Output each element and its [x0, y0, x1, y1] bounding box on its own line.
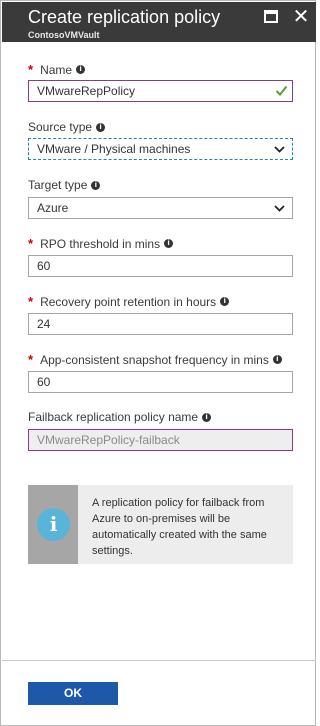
target-type-label-text: Target type — [28, 178, 88, 192]
chevron-down-icon — [274, 146, 285, 153]
name-input-value: VMwareRepPolicy — [37, 84, 136, 98]
ok-button[interactable]: OK — [28, 682, 118, 705]
rpo-threshold-value: 60 — [37, 259, 51, 273]
target-type-value: Azure — [37, 201, 69, 215]
failback-policy-input: VMwareRepPolicy-failback — [28, 429, 293, 451]
snapshot-frequency-value: 60 — [37, 375, 51, 389]
snapshot-frequency-label-text: App-consistent snapshot frequency in min… — [40, 352, 269, 367]
info-icon[interactable]: i — [272, 355, 282, 364]
rpo-threshold-input[interactable]: 60 — [28, 255, 293, 277]
info-icon[interactable]: i — [76, 65, 86, 74]
callout-icon-area: i — [28, 485, 78, 564]
source-type-label: Source type i — [28, 120, 106, 134]
maximize-icon[interactable] — [264, 10, 278, 23]
name-label-text: Name — [40, 62, 73, 77]
check-icon — [275, 85, 288, 96]
name-label: * Name i — [28, 62, 86, 77]
page-title: Create replication policy — [28, 7, 221, 27]
snapshot-frequency-label: * App-consistent snapshot frequency in m… — [28, 352, 282, 367]
close-icon[interactable]: ✕ — [291, 5, 311, 27]
recovery-retention-label: * Recovery point retention in hours i — [28, 294, 230, 309]
info-icon: i — [37, 508, 70, 541]
target-type-label: Target type i — [28, 178, 101, 192]
name-input[interactable]: VMwareRepPolicy — [28, 80, 293, 102]
source-type-label-text: Source type — [28, 120, 93, 134]
failback-policy-label-text: Failback replication policy name — [28, 410, 199, 424]
required-indicator: * — [28, 236, 34, 251]
callout-message: A replication policy for failback from A… — [92, 497, 267, 557]
failback-policy-label: Failback replication policy name i — [28, 410, 212, 424]
rpo-threshold-label: * RPO threshold in mins i — [28, 236, 174, 251]
chevron-down-icon — [274, 205, 285, 212]
blade-panel: Create replication policy ContosoVMVault… — [0, 0, 316, 726]
vault-name: ContosoVMVault — [28, 30, 100, 40]
recovery-retention-input[interactable]: 24 — [28, 313, 293, 335]
snapshot-frequency-input[interactable]: 60 — [28, 371, 293, 393]
info-icon[interactable]: i — [202, 412, 212, 422]
info-icon[interactable]: i — [164, 239, 174, 248]
source-type-value: VMware / Physical machines — [37, 142, 191, 156]
recovery-retention-label-text: Recovery point retention in hours — [40, 294, 217, 309]
target-type-dropdown[interactable]: Azure — [28, 197, 293, 219]
recovery-retention-value: 24 — [37, 317, 51, 331]
required-indicator: * — [28, 352, 34, 367]
info-icon[interactable]: i — [220, 297, 230, 306]
required-indicator: * — [28, 294, 34, 309]
info-icon[interactable]: i — [96, 122, 106, 132]
footer-divider — [2, 660, 316, 661]
required-indicator: * — [28, 62, 34, 77]
info-callout: i A replication policy for failback from… — [28, 485, 293, 564]
rpo-threshold-label-text: RPO threshold in mins — [40, 236, 161, 251]
info-icon[interactable]: i — [91, 180, 101, 190]
blade-header: Create replication policy ContosoVMVault… — [2, 2, 316, 42]
source-type-dropdown[interactable]: VMware / Physical machines — [28, 138, 293, 160]
failback-policy-value: VMwareRepPolicy-failback — [37, 433, 180, 447]
